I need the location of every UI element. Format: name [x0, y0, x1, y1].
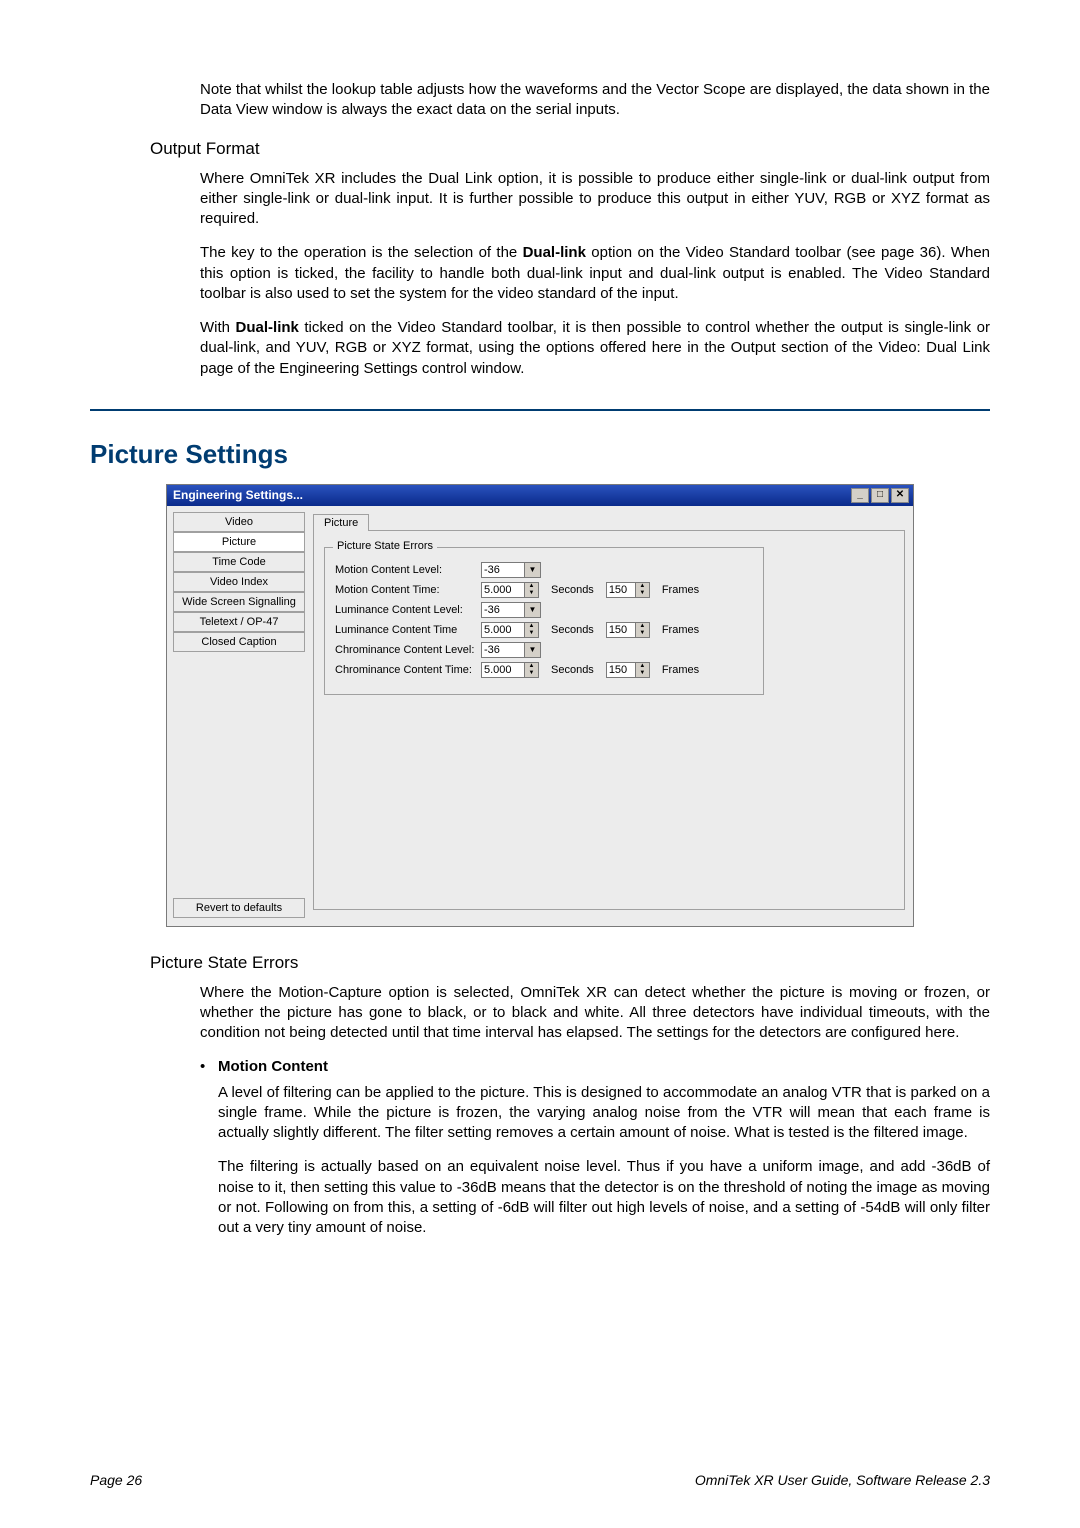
of-p3b: ticked on the Video Standard toolbar, it… [200, 319, 990, 377]
spin-up-icon[interactable]: ▲ [636, 663, 649, 670]
panel: Picture State Errors Motion Content Leve… [313, 530, 905, 910]
chevron-down-icon[interactable]: ▼ [525, 602, 541, 618]
spin-chrom-sec[interactable]: ▲▼ [481, 662, 539, 678]
chevron-down-icon[interactable]: ▼ [525, 562, 541, 578]
section-rule [90, 409, 990, 411]
spin-down-icon[interactable]: ▼ [636, 670, 649, 677]
input-lum-frames[interactable] [606, 622, 636, 638]
spin-chrom-frames[interactable]: ▲▼ [606, 662, 650, 678]
label-motion-level: Motion Content Level: [335, 564, 475, 576]
tab-picture[interactable]: Picture [313, 514, 369, 531]
input-motion-sec[interactable] [481, 582, 525, 598]
spin-down-icon[interactable]: ▼ [636, 630, 649, 637]
revert-button[interactable]: Revert to defaults [173, 898, 305, 918]
pse-p2: A level of filtering can be applied to t… [218, 1083, 990, 1144]
maximize-button[interactable]: □ [871, 488, 889, 503]
sidebar: Video Picture Time Code Video Index Wide… [173, 512, 305, 918]
pse-p1: Where the Motion-Capture option is selec… [200, 983, 990, 1044]
of-p3a: With [200, 319, 236, 336]
label-chrom-time: Chrominance Content Time: [335, 664, 475, 676]
row-chrom-level: Chrominance Content Level: ▼ [335, 642, 753, 658]
heading-output-format: Output Format [150, 139, 990, 159]
spin-motion-frames[interactable]: ▲▼ [606, 582, 650, 598]
spin-up-icon[interactable]: ▲ [636, 583, 649, 590]
unit-seconds: Seconds [551, 664, 594, 676]
window-title: Engineering Settings... [173, 488, 303, 502]
spin-up-icon[interactable]: ▲ [525, 583, 538, 590]
of-p3-bold: Dual-link [236, 319, 299, 336]
sidebar-item-timecode[interactable]: Time Code [173, 552, 305, 572]
bullet-icon: • [200, 1058, 218, 1075]
close-button[interactable]: ✕ [891, 488, 909, 503]
bullet-motion-content: •Motion Content [200, 1058, 990, 1075]
combo-chrom-level[interactable]: ▼ [481, 642, 541, 658]
of-p2: The key to the operation is the selectio… [200, 243, 990, 304]
minimize-button[interactable]: _ [851, 488, 869, 503]
label-motion-time: Motion Content Time: [335, 584, 475, 596]
input-lum-level[interactable] [481, 602, 525, 618]
input-chrom-frames[interactable] [606, 662, 636, 678]
footer-guide: OmniTek XR User Guide, Software Release … [695, 1472, 990, 1488]
group-title: Picture State Errors [333, 540, 437, 552]
spin-down-icon[interactable]: ▼ [525, 590, 538, 597]
of-p3: With Dual-link ticked on the Video Stand… [200, 318, 990, 379]
unit-frames: Frames [662, 624, 699, 636]
row-chrom-time: Chrominance Content Time: ▲▼ Seconds ▲▼ … [335, 662, 753, 678]
spin-up-icon[interactable]: ▲ [636, 623, 649, 630]
spin-up-icon[interactable]: ▲ [525, 663, 538, 670]
unit-seconds: Seconds [551, 584, 594, 596]
intro-para: Note that whilst the lookup table adjust… [200, 80, 990, 121]
input-chrom-level[interactable] [481, 642, 525, 658]
heading-picture-state-errors: Picture State Errors [150, 953, 990, 973]
sidebar-item-videoindex[interactable]: Video Index [173, 572, 305, 592]
input-motion-level[interactable] [481, 562, 525, 578]
label-chrom-level: Chrominance Content Level: [335, 644, 475, 656]
engineering-settings-window: Engineering Settings... _ □ ✕ Video Pict… [166, 484, 914, 927]
row-lum-level: Luminance Content Level: ▼ [335, 602, 753, 618]
spin-down-icon[interactable]: ▼ [636, 590, 649, 597]
spin-lum-frames[interactable]: ▲▼ [606, 622, 650, 638]
row-motion-level: Motion Content Level: ▼ [335, 562, 753, 578]
bullet-label: Motion Content [218, 1058, 328, 1075]
sidebar-item-video[interactable]: Video [173, 512, 305, 532]
titlebar[interactable]: Engineering Settings... _ □ ✕ [167, 485, 913, 506]
label-lum-time: Luminance Content Time [335, 624, 475, 636]
input-chrom-sec[interactable] [481, 662, 525, 678]
footer: Page 26 OmniTek XR User Guide, Software … [90, 1472, 990, 1488]
spin-down-icon[interactable]: ▼ [525, 670, 538, 677]
input-motion-frames[interactable] [606, 582, 636, 598]
spin-lum-sec[interactable]: ▲▼ [481, 622, 539, 638]
of-p2-bold: Dual-link [523, 244, 586, 261]
sidebar-item-teletext[interactable]: Teletext / OP-47 [173, 612, 305, 632]
sidebar-item-wss[interactable]: Wide Screen Signalling [173, 592, 305, 612]
content-area: Picture Picture State Errors Motion Cont… [313, 512, 905, 918]
chevron-down-icon[interactable]: ▼ [525, 642, 541, 658]
combo-lum-level[interactable]: ▼ [481, 602, 541, 618]
unit-frames: Frames [662, 584, 699, 596]
group-picture-state-errors: Picture State Errors Motion Content Leve… [324, 547, 764, 695]
combo-motion-level[interactable]: ▼ [481, 562, 541, 578]
footer-page: Page 26 [90, 1472, 142, 1488]
pse-p3: The filtering is actually based on an eq… [218, 1157, 990, 1238]
row-motion-time: Motion Content Time: ▲▼ Seconds ▲▼ Frame… [335, 582, 753, 598]
label-lum-level: Luminance Content Level: [335, 604, 475, 616]
of-p1: Where OmniTek XR includes the Dual Link … [200, 169, 990, 230]
sidebar-item-picture[interactable]: Picture [173, 532, 305, 552]
unit-frames: Frames [662, 664, 699, 676]
unit-seconds: Seconds [551, 624, 594, 636]
of-p2a: The key to the operation is the selectio… [200, 244, 523, 261]
input-lum-sec[interactable] [481, 622, 525, 638]
window-buttons: _ □ ✕ [849, 488, 909, 503]
spin-up-icon[interactable]: ▲ [525, 623, 538, 630]
spin-motion-sec[interactable]: ▲▼ [481, 582, 539, 598]
sidebar-item-cc[interactable]: Closed Caption [173, 632, 305, 652]
spin-down-icon[interactable]: ▼ [525, 630, 538, 637]
row-lum-time: Luminance Content Time ▲▼ Seconds ▲▼ Fra… [335, 622, 753, 638]
heading-picture-settings: Picture Settings [90, 439, 990, 474]
